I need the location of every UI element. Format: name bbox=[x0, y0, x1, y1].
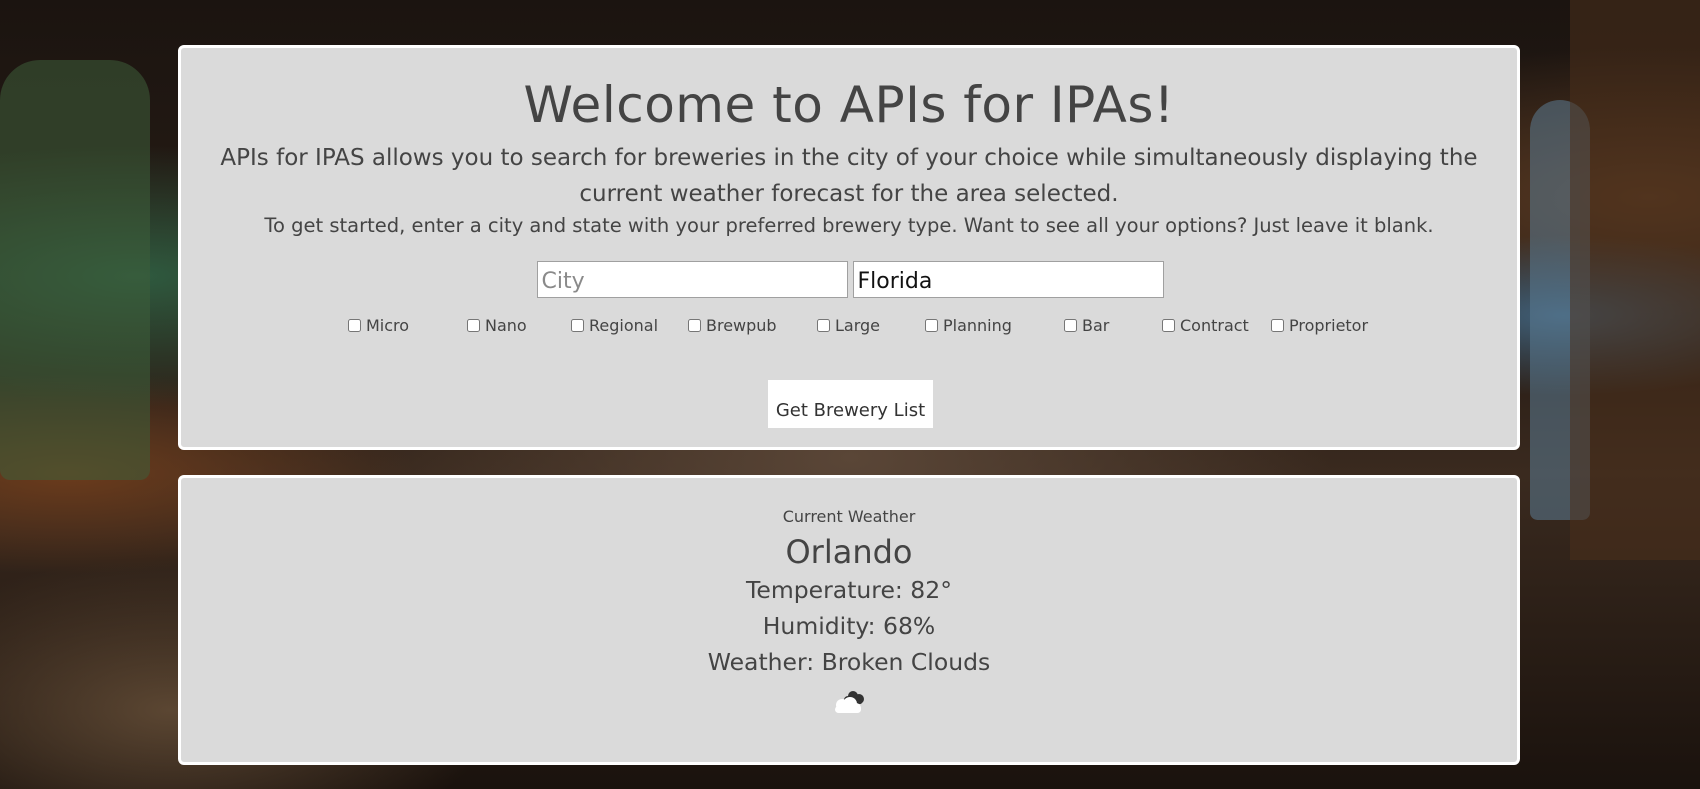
brewery-type-label: Large bbox=[835, 316, 881, 335]
brewery-type-proprietor[interactable]: Proprietor bbox=[1271, 316, 1368, 335]
checkbox-large[interactable] bbox=[817, 319, 830, 332]
checkbox-bar[interactable] bbox=[1064, 319, 1077, 332]
brewery-type-large[interactable]: Large bbox=[817, 316, 880, 335]
app-description: APIs for IPAS allows you to search for b… bbox=[220, 145, 1478, 207]
city-input[interactable] bbox=[536, 261, 848, 298]
checkbox-brewpub[interactable] bbox=[688, 319, 701, 332]
brewery-type-nano[interactable]: Nano bbox=[467, 316, 527, 335]
checkbox-planning[interactable] bbox=[925, 319, 938, 332]
brewery-type-label: Micro bbox=[366, 316, 410, 335]
brewery-type-contract[interactable]: Contract bbox=[1162, 316, 1249, 335]
background-bottle-left bbox=[0, 60, 150, 480]
brewery-type-label: Regional bbox=[589, 316, 659, 335]
brewery-type-label: Contract bbox=[1180, 316, 1249, 335]
brewery-type-planning[interactable]: Planning bbox=[925, 316, 1012, 335]
weather-city: Orlando bbox=[785, 533, 913, 571]
brewery-type-regional[interactable]: Regional bbox=[571, 316, 658, 335]
brewery-type-label: Planning bbox=[943, 316, 1012, 335]
background-shelf-right bbox=[1570, 0, 1700, 560]
brewery-type-label: Proprietor bbox=[1289, 316, 1369, 335]
location-inputs bbox=[181, 261, 1517, 299]
page-title: Welcome to APIs for IPAs! bbox=[523, 76, 1175, 134]
checkbox-micro[interactable] bbox=[348, 319, 361, 332]
get-brewery-list-button[interactable]: Get Brewery List bbox=[768, 380, 933, 428]
weather-panel: Current Weather Orlando Temperature: 82°… bbox=[178, 475, 1520, 765]
checkbox-contract[interactable] bbox=[1162, 319, 1175, 332]
state-input[interactable] bbox=[852, 261, 1164, 298]
instructions-text: To get started, enter a city and state w… bbox=[264, 214, 1434, 237]
brewery-type-options: Micro Nano Regional Brewpub Large Planni… bbox=[181, 316, 1517, 346]
search-panel: Welcome to APIs for IPAs! APIs for IPAS … bbox=[178, 45, 1520, 450]
brewery-type-micro[interactable]: Micro bbox=[348, 316, 409, 335]
broken-clouds-icon bbox=[835, 691, 864, 713]
checkbox-proprietor[interactable] bbox=[1271, 319, 1284, 332]
checkbox-regional[interactable] bbox=[571, 319, 584, 332]
current-weather-label: Current Weather bbox=[782, 507, 916, 526]
checkbox-nano[interactable] bbox=[467, 319, 480, 332]
brewery-type-brewpub[interactable]: Brewpub bbox=[688, 316, 777, 335]
brewery-type-label: Brewpub bbox=[706, 316, 777, 335]
weather-temperature: Temperature: 82° bbox=[746, 576, 952, 604]
brewery-type-label: Bar bbox=[1082, 316, 1110, 335]
weather-conditions: Weather: Broken Clouds bbox=[707, 648, 991, 676]
brewery-type-label: Nano bbox=[485, 316, 527, 335]
brewery-type-bar[interactable]: Bar bbox=[1064, 316, 1109, 335]
weather-humidity: Humidity: 68% bbox=[762, 612, 936, 640]
